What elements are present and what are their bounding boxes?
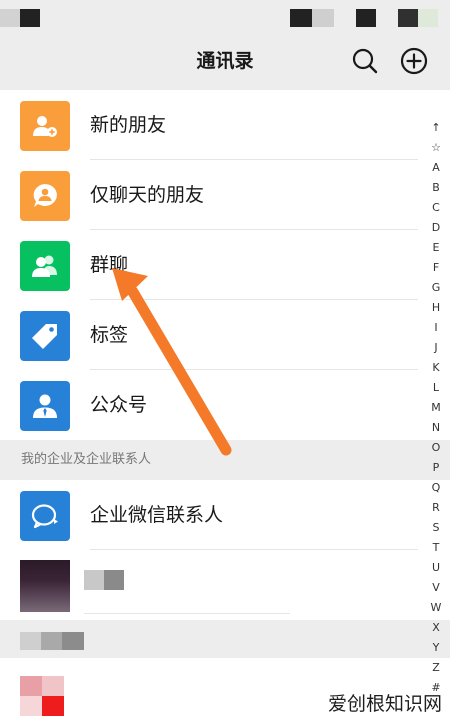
group-chat-tile xyxy=(20,241,70,291)
index-letter[interactable]: M xyxy=(431,398,441,418)
menu-item-enterprise-contacts[interactable]: 企业微信联系人 xyxy=(0,480,450,550)
section-header-enterprise: 我的企业及企业联系人 xyxy=(0,440,450,480)
enterprise-contact-tile xyxy=(20,491,70,541)
index-letter[interactable]: A xyxy=(432,158,440,178)
avatar-part xyxy=(20,696,42,716)
plus-circle-icon xyxy=(400,47,428,75)
index-letter[interactable]: G xyxy=(432,278,441,298)
index-letter[interactable]: X xyxy=(432,618,440,638)
menu-item-official-accounts[interactable]: 公众号 xyxy=(0,370,450,440)
row-divider xyxy=(84,613,290,614)
menu-item-label: 新的朋友 xyxy=(90,114,167,136)
index-letter[interactable]: ☆ xyxy=(431,138,441,158)
index-letter[interactable]: H xyxy=(432,298,440,318)
chat-only-tile xyxy=(20,171,70,221)
enterprise-contact-icon xyxy=(31,504,58,529)
menu-item-label: 仅聊天的朋友 xyxy=(90,184,205,206)
nav-header: 通讯录 xyxy=(0,36,450,90)
obscured-letter xyxy=(20,632,84,650)
status-blur-wifi xyxy=(356,9,376,27)
index-letter[interactable]: Y xyxy=(433,638,440,658)
page-title: 通讯录 xyxy=(196,50,254,72)
index-letter[interactable]: B xyxy=(432,178,440,198)
watermark-text: 爱创根知识网 xyxy=(327,693,442,715)
contact-row-obscured[interactable] xyxy=(0,556,450,614)
avatar-part xyxy=(42,676,64,696)
menu-item-label: 标签 xyxy=(90,324,129,346)
search-icon xyxy=(352,48,378,74)
status-blur-signal xyxy=(290,9,334,27)
index-letter[interactable]: W xyxy=(431,598,442,618)
status-blur-battery xyxy=(398,9,438,27)
menu-item-label: 企业微信联系人 xyxy=(90,504,224,526)
status-bar xyxy=(0,0,450,36)
index-letter[interactable]: U xyxy=(432,558,440,578)
official-account-tile xyxy=(20,381,70,431)
index-letter[interactable]: V xyxy=(432,578,440,598)
index-letter[interactable]: C xyxy=(432,198,440,218)
status-blur-left xyxy=(0,9,40,27)
obscured-name xyxy=(84,570,124,590)
index-letter[interactable]: R xyxy=(432,498,440,518)
index-letter[interactable]: O xyxy=(432,438,441,458)
section-header-obscured xyxy=(0,620,450,658)
index-letter[interactable]: Q xyxy=(432,478,441,498)
add-button[interactable] xyxy=(397,44,431,78)
group-chat-icon xyxy=(32,255,57,277)
index-letter[interactable]: I xyxy=(434,318,437,338)
index-letter[interactable]: D xyxy=(432,218,440,238)
index-letter[interactable]: ↑ xyxy=(431,118,440,138)
search-button[interactable] xyxy=(348,44,382,78)
index-letter[interactable]: K xyxy=(432,358,439,378)
index-letter[interactable]: J xyxy=(434,338,437,358)
avatar xyxy=(20,560,70,612)
avatar xyxy=(20,676,42,696)
index-letter[interactable]: Z xyxy=(432,658,440,678)
official-account-icon xyxy=(33,394,57,418)
row-divider xyxy=(90,549,418,550)
tag-tile xyxy=(20,311,70,361)
avatar-part xyxy=(42,696,64,716)
menu-item-tags[interactable]: 标签 xyxy=(0,300,450,370)
add-friend-icon xyxy=(33,116,57,137)
index-letter[interactable]: N xyxy=(432,418,440,438)
menu-item-label: 公众号 xyxy=(90,394,148,416)
chat-only-icon xyxy=(33,184,57,207)
menu-item-group-chats[interactable]: 群聊 xyxy=(0,230,450,300)
alphabet-index[interactable]: ↑ ☆ A B C D E F G H I J K L M N O P Q R S T U V W X Y Z # xyxy=(428,118,444,698)
index-letter[interactable]: P xyxy=(433,458,440,478)
tag-icon xyxy=(32,324,57,349)
index-letter[interactable]: E xyxy=(433,238,440,258)
section-label: 我的企业及企业联系人 xyxy=(21,452,152,467)
menu-item-label: 群聊 xyxy=(90,254,129,276)
index-letter[interactable]: L xyxy=(433,378,439,398)
index-letter[interactable]: F xyxy=(433,258,439,278)
menu-item-new-friends[interactable]: 新的朋友 xyxy=(0,90,450,160)
index-letter[interactable]: S xyxy=(433,518,440,538)
menu-item-chat-only-friends[interactable]: 仅聊天的朋友 xyxy=(0,160,450,230)
index-letter[interactable]: T xyxy=(433,538,440,558)
new-friends-tile xyxy=(20,101,70,151)
